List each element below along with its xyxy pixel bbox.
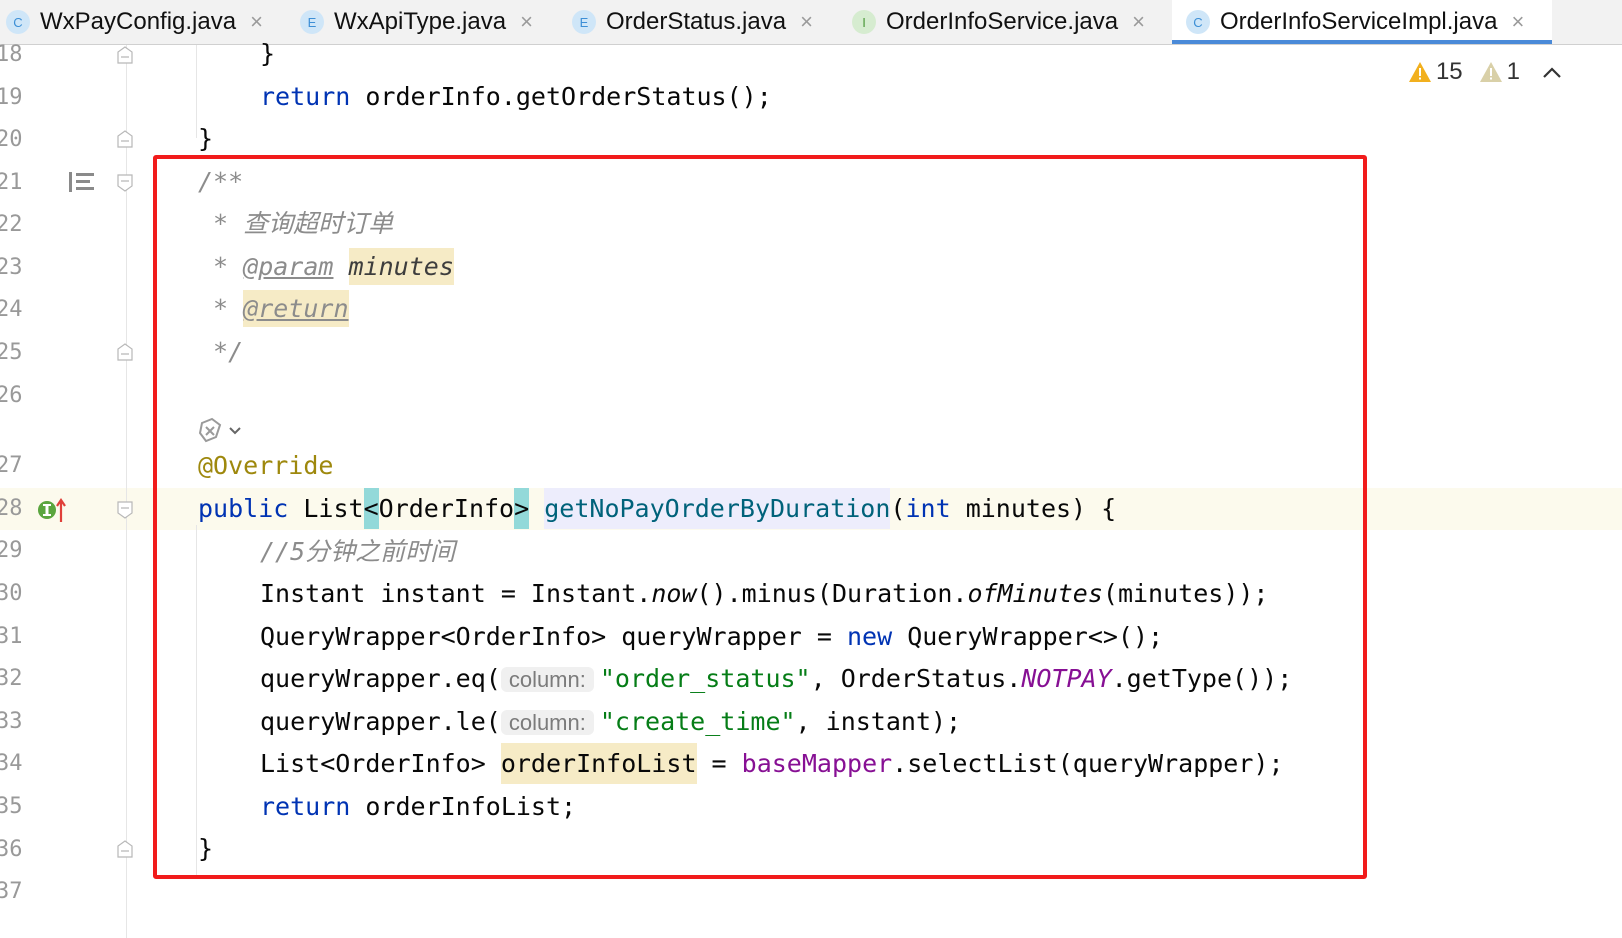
code-line-20: }: [198, 124, 214, 153]
tab-orderinfoservice[interactable]: I OrderInfoService.java ×: [852, 0, 1162, 44]
code-text: orderInfo.getOrderStatus();: [350, 82, 772, 111]
tab-label: OrderStatus.java: [606, 8, 787, 35]
tab-label: OrderInfoService.java: [886, 8, 1119, 35]
weak-warning-icon: [1479, 62, 1502, 82]
highlight-box: [153, 155, 1367, 879]
enum-icon: E: [300, 10, 324, 34]
class-icon: C: [1186, 10, 1210, 34]
tab-label: WxApiType.java: [334, 8, 507, 35]
tab-label: OrderInfoServiceImpl.java: [1220, 8, 1498, 35]
editor-tab-bar: C WxPayConfig.java × E WxApiType.java × …: [0, 0, 1622, 45]
enum-icon: E: [572, 10, 596, 34]
close-tab-icon[interactable]: ×: [520, 9, 533, 35]
keyword-return: return: [260, 82, 351, 111]
close-tab-icon[interactable]: ×: [1132, 9, 1145, 35]
class-icon: C: [6, 10, 30, 34]
close-tab-icon[interactable]: ×: [250, 9, 263, 35]
warnings-count: 15: [1435, 58, 1463, 85]
indent-guide: [196, 45, 197, 138]
weak-warnings-count: 1: [1506, 58, 1520, 85]
tab-wxapitype[interactable]: E WxApiType.java ×: [300, 0, 550, 44]
tab-orderstatus[interactable]: E OrderStatus.java ×: [572, 0, 832, 44]
code-line-18: }: [260, 39, 276, 68]
close-tab-icon[interactable]: ×: [1511, 9, 1524, 35]
inspection-widget[interactable]: 15 1: [1392, 58, 1562, 86]
warning-icon: [1408, 62, 1431, 82]
tab-orderinfoserviceimpl[interactable]: C OrderInfoServiceImpl.java ×: [1172, 0, 1552, 44]
chevron-up-icon[interactable]: [1542, 65, 1562, 79]
interface-icon: I: [852, 10, 876, 34]
tab-label: WxPayConfig.java: [40, 8, 237, 35]
code-line-19: return orderInfo.getOrderStatus();: [260, 80, 772, 114]
tab-wxpayconfig[interactable]: C WxPayConfig.java ×: [6, 0, 276, 44]
warnings-indicator[interactable]: 15: [1408, 58, 1463, 86]
weak-warnings-indicator[interactable]: 1: [1479, 58, 1520, 86]
close-tab-icon[interactable]: ×: [800, 9, 813, 35]
